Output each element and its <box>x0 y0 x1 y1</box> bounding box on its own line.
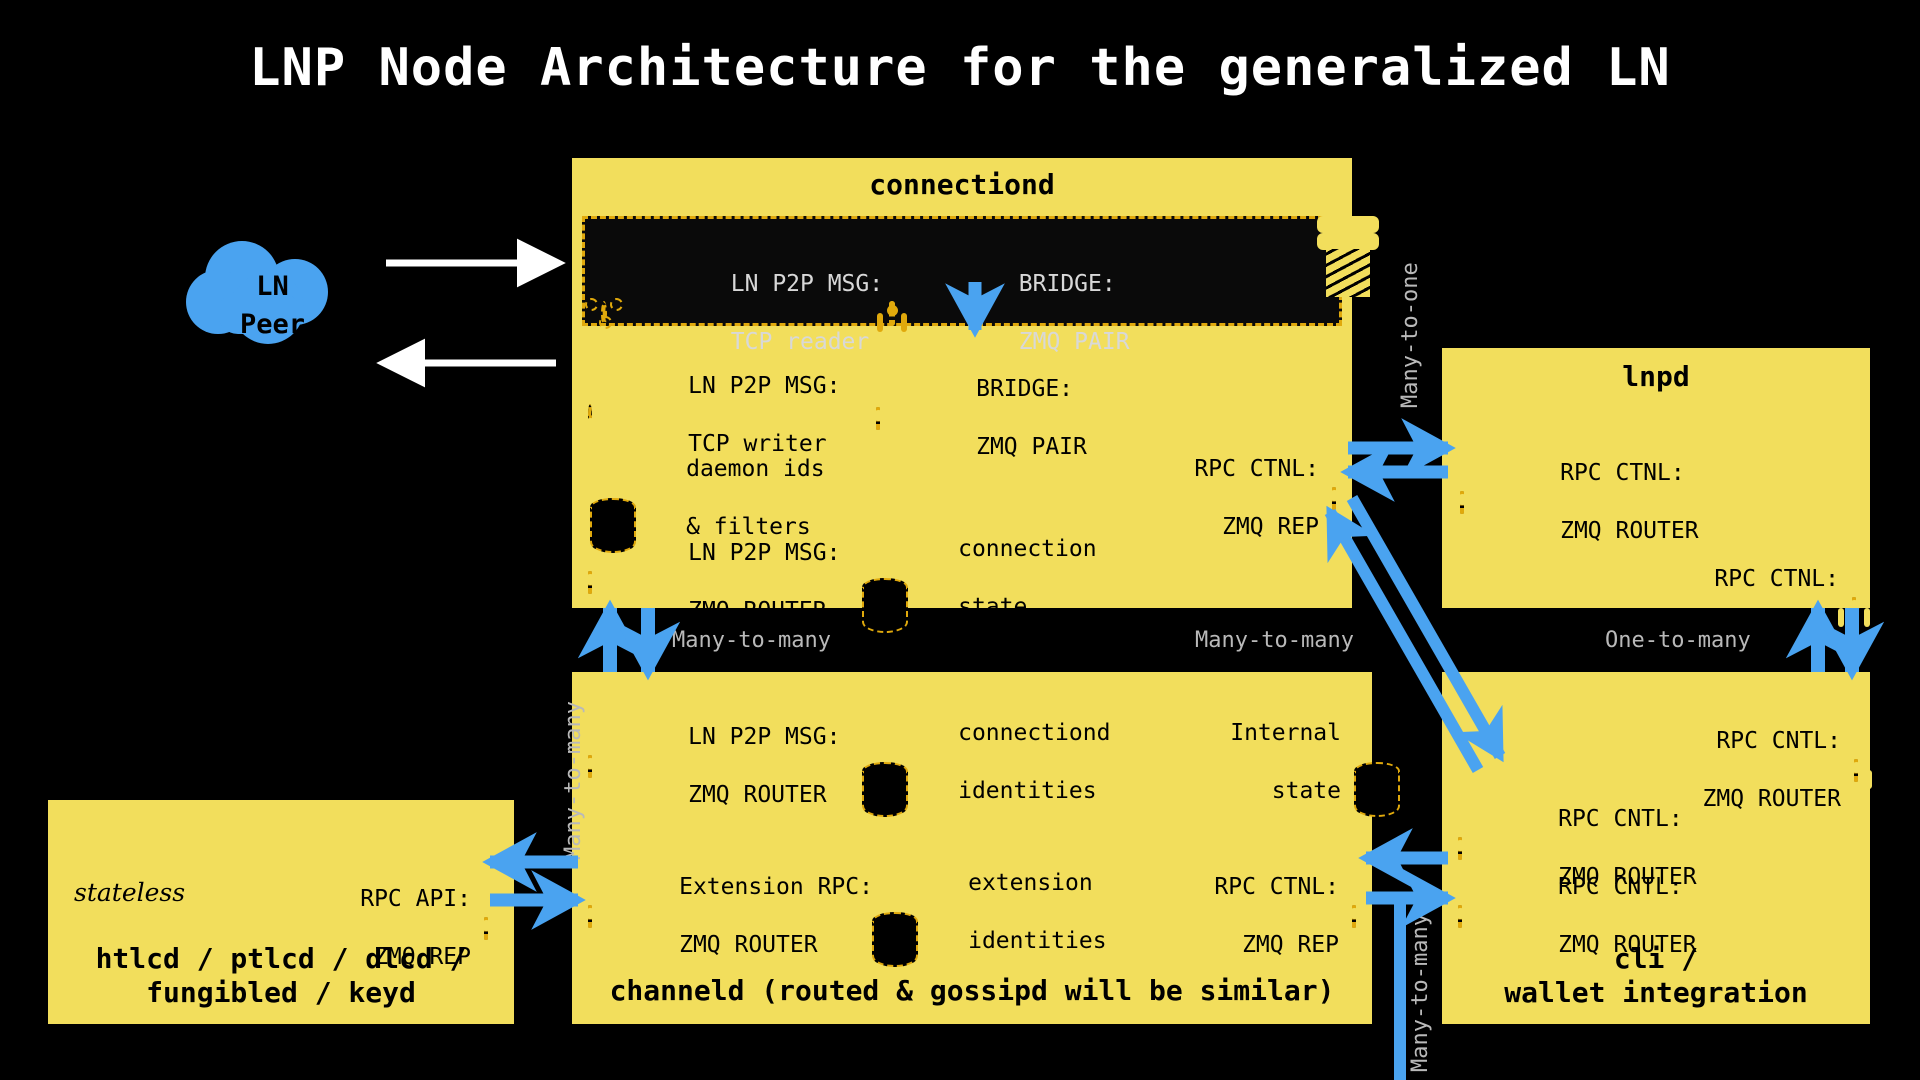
channeld-internal-state-label: Internal state <box>1230 719 1341 804</box>
stateless-box: stateless RPC API: ZMQ REP htlcd / ptlcd… <box>48 800 514 1024</box>
zmq-outlet-icon <box>1444 904 1476 935</box>
connectiond-rpc-ctnl-item[interactable]: RPC CTNL: ZMQ REP <box>1111 426 1350 571</box>
connectiond-bridge-pair-item[interactable]: BRIDGE: ZMQ PAIR <box>862 346 1087 491</box>
cli-wallet-title: cli / wallet integration <box>1504 941 1808 1009</box>
channeld-rpc-ctnl-label: RPC CTNL: ZMQ REP <box>1214 873 1339 958</box>
connectiond-thread-panel: LN P2P MSG: TCP reader BRIDGE: ZMQ PAIR <box>582 216 1379 355</box>
connectiond-connection-state-label: connection state <box>958 535 1097 620</box>
relation-label-many-to-many-vertical-left: Many-to-many <box>561 701 586 860</box>
stateless-title: htlcd / ptlcd / dlcd / fungibled / keyd <box>95 941 467 1009</box>
relation-label-one-to-many: One-to-many <box>1605 628 1751 653</box>
zmq-outlet-icon <box>1446 490 1478 521</box>
lnpd-rpc-rep-item[interactable]: RPC CTNL: ZMQ REP <box>1631 536 1870 681</box>
tcp-socket-icon <box>572 401 608 429</box>
ln-peer-cloud: LN Peer <box>180 240 365 345</box>
zmq-outlet-icon <box>877 300 907 332</box>
relation-label-many-to-one: Many-to-one <box>1398 262 1423 408</box>
arrow-connectiond-to-lnpd <box>1340 418 1456 502</box>
channeld-p2p-router-item[interactable]: LN P2P MSG: ZMQ ROUTER <box>574 694 841 839</box>
zmq-outlet-icon <box>470 916 502 947</box>
connectiond-rpc-ctnl-label: RPC CTNL: ZMQ REP <box>1194 455 1319 540</box>
channeld-extension-rpc-item[interactable]: Extension RPC: ZMQ ROUTER <box>574 844 873 989</box>
channeld-extension-identities-item[interactable]: extension identities <box>872 840 1107 985</box>
relation-label-many-to-many-vertical-right: Many-to-many <box>1408 913 1433 1072</box>
channeld-internal-state-item[interactable]: Internal state <box>1147 690 1400 835</box>
channeld-title: channeld (routed & gossipd will be simil… <box>609 973 1335 1007</box>
zmq-outlet-icon <box>1338 904 1370 935</box>
page-title: LNP Node Architecture for the generalize… <box>249 38 1671 98</box>
channeld-rpc-ctnl-item[interactable]: RPC CTNL: ZMQ REP <box>1131 844 1370 989</box>
connectiond-bridge-pair-label: BRIDGE: ZMQ PAIR <box>976 375 1087 460</box>
lnpd-rpc-rep-label: RPC CTNL: ZMQ REP <box>1714 565 1839 650</box>
zmq-outlet-icon <box>1318 486 1350 517</box>
lnpd-title: lnpd <box>1622 360 1690 393</box>
relation-label-many-to-many-left: Many-to-many <box>672 628 831 653</box>
arrow-peer-to-connectiond <box>376 238 566 388</box>
zmq-outlet-icon <box>1838 596 1870 627</box>
stateless-note: stateless <box>74 878 186 907</box>
zmq-outlet-icon <box>574 904 606 935</box>
zmq-outlet-icon <box>1840 758 1872 789</box>
connectiond-connection-state-item[interactable]: connection state <box>862 506 1097 651</box>
channeld-connectiond-identities-item[interactable]: connectiond identities <box>862 690 1110 835</box>
lnpd-box: lnpd RPC CTNL: ZMQ ROUTER RPC CTNL: ZMQ … <box>1442 348 1870 650</box>
connectiond-box: connectiond LN P2P MSG: TCP reader BRIDG… <box>572 158 1379 634</box>
channeld-connectiond-identities-label: connectiond identities <box>958 719 1111 804</box>
tcp-socket-icon <box>585 297 623 329</box>
zmq-outlet-icon <box>574 570 606 601</box>
arrow-channeld-to-cli <box>1358 828 1456 928</box>
channeld-box: LN P2P MSG: ZMQ ROUTER connectiond ident… <box>572 672 1400 1024</box>
cli-wallet-box: RPC CNTL: ZMQ ROUTER RPC CNTL: ZMQ ROUTE… <box>1442 672 1872 1024</box>
relation-label-many-to-many-mid: Many-to-many <box>1195 628 1354 653</box>
ln-peer-label: LN Peer <box>239 271 306 340</box>
connectiond-title: connectiond <box>869 168 1055 201</box>
channeld-p2p-router-label: LN P2P MSG: ZMQ ROUTER <box>688 723 841 808</box>
zmq-outlet-icon <box>862 406 894 437</box>
zmq-outlet-icon <box>574 754 606 785</box>
channeld-extension-rpc-label: Extension RPC: ZMQ ROUTER <box>679 873 873 958</box>
channeld-extension-identities-label: extension identities <box>968 869 1107 954</box>
